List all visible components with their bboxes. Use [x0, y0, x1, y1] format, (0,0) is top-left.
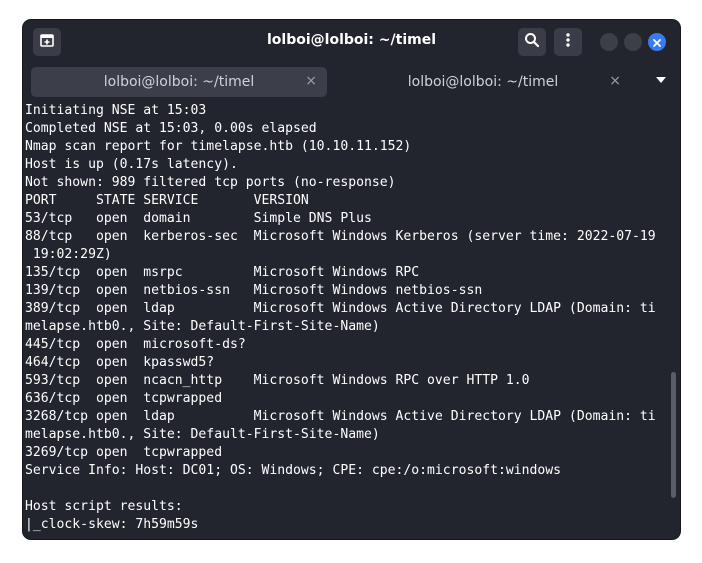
tab-close-icon[interactable]: ×	[609, 73, 621, 89]
terminal-line: Host is up (0.17s latency).	[25, 157, 238, 172]
terminal-line: 445/tcp open microsoft-ds?	[25, 337, 246, 352]
terminal-line: Nmap scan report for timelapse.htb (10.1…	[25, 139, 412, 154]
terminal-line: melapse.htb0., Site: Default-First-Site-…	[25, 427, 380, 442]
terminal-window: lolboi@lolboi: ~/timel lolboi@lolboi: ~/…	[23, 20, 680, 539]
search-button[interactable]	[518, 28, 546, 56]
terminal-output[interactable]: Initiating NSE at 15:03 Completed NSE at…	[23, 100, 680, 539]
terminal-line: 464/tcp open kpasswd5?	[25, 355, 215, 370]
titlebar: lolboi@lolboi: ~/timel	[23, 20, 680, 64]
terminal-line: PORT STATE SERVICE VERSION	[25, 193, 309, 208]
minimize-button[interactable]	[600, 33, 618, 51]
maximize-button[interactable]	[624, 33, 642, 51]
terminal-line: Completed NSE at 15:03, 0.00s elapsed	[25, 121, 317, 136]
terminal-line: Not shown: 989 filtered tcp ports (no-re…	[25, 175, 396, 190]
tab-2[interactable]: lolboi@lolboi: ~/timel ×	[335, 67, 631, 97]
terminal-line: Service Info: Host: DC01; OS: Windows; C…	[25, 463, 562, 478]
scrollbar[interactable]	[671, 372, 676, 498]
terminal-line: 53/tcp open domain Simple DNS Plus	[25, 211, 372, 226]
tab-dropdown-icon[interactable]	[656, 77, 666, 83]
menu-button[interactable]	[554, 28, 582, 56]
terminal-line: Host script results:	[25, 499, 183, 514]
tab-close-icon[interactable]: ×	[305, 73, 317, 89]
terminal-line: melapse.htb0., Site: Default-First-Site-…	[25, 319, 380, 334]
search-icon	[524, 32, 540, 52]
terminal-line: 3269/tcp open tcpwrapped	[25, 445, 223, 460]
close-icon	[652, 33, 662, 52]
terminal-line: 19:02:29Z)	[25, 247, 112, 262]
terminal-line: 88/tcp open kerberos-sec Microsoft Windo…	[25, 229, 656, 244]
kebab-menu-icon	[560, 32, 576, 52]
tab-bar: lolboi@lolboi: ~/timel × lolboi@lolboi: …	[23, 64, 680, 100]
terminal-line: 389/tcp open ldap Microsoft Windows Acti…	[25, 301, 656, 316]
terminal-line: Initiating NSE at 15:03	[25, 103, 207, 118]
terminal-line: 139/tcp open netbios-ssn Microsoft Windo…	[25, 283, 483, 298]
terminal-line: |_clock-skew: 7h59m59s	[25, 517, 199, 532]
terminal-line: 135/tcp open msrpc Microsoft Windows RPC	[25, 265, 420, 280]
close-button[interactable]	[648, 33, 666, 51]
terminal-line: 593/tcp open ncacn_http Microsoft Window…	[25, 373, 530, 388]
terminal-line: 636/tcp open tcpwrapped	[25, 391, 223, 406]
terminal-line: 3268/tcp open ldap Microsoft Windows Act…	[25, 409, 656, 424]
tab-label: lolboi@lolboi: ~/timel	[103, 74, 255, 90]
tab-1[interactable]: lolboi@lolboi: ~/timel ×	[31, 67, 327, 97]
tab-label: lolboi@lolboi: ~/timel	[407, 74, 559, 90]
